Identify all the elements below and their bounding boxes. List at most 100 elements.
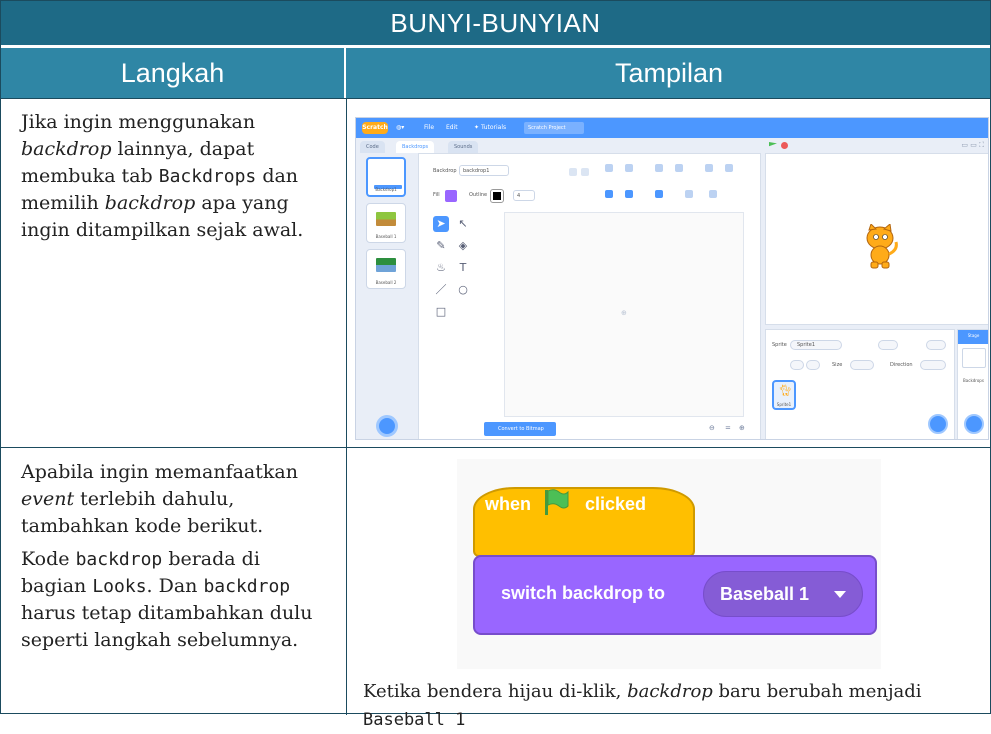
fill-label: Fill: [433, 192, 440, 198]
backdrops-count-label: Backdrops: [963, 378, 984, 383]
text-run-code: Looks: [92, 576, 147, 597]
backdrop-thumb-label: Baseball 1: [375, 234, 397, 239]
choose-backdrop-icon: [376, 415, 398, 437]
ungroup-icon: [625, 164, 633, 172]
flip-vertical-icon: [709, 190, 717, 198]
text-run: Jika ingin menggunakan: [21, 111, 256, 133]
flip-horizontal-icon: [685, 190, 693, 198]
project-title-field: Scratch Project: [524, 122, 584, 134]
center-mark-icon: ⊕: [621, 309, 627, 317]
green-flag-icon: [545, 489, 569, 515]
direction-label: Direction: [890, 362, 913, 368]
eraser-tool-icon: ◈: [458, 239, 468, 252]
reshape-tool-icon: ↖: [458, 217, 468, 230]
row2-caption: Ketika bendera hijau di-klik, backdrop b…: [363, 678, 963, 734]
fill-tool-icon: ♨: [436, 261, 446, 274]
menu-edit: Edit: [446, 124, 458, 131]
size-input: [850, 360, 874, 370]
zoom-reset-icon: =: [725, 424, 731, 432]
outline-color-swatch: [490, 189, 504, 203]
copy-icon: [605, 190, 613, 198]
column-header-view-label: Tampilan: [614, 57, 724, 88]
row2-step-text: Apabila ingin memanfaatkan event terlebi…: [21, 459, 326, 660]
scratch-menu-bar: Scratch ◍▾ File Edit ✦ Tutorials Scratch…: [356, 118, 988, 138]
switch-backdrop-block: switch backdrop to Baseball 1: [473, 555, 877, 635]
backdrop-thumb-label: Backdrop1: [375, 187, 397, 192]
paint-editor: Backdrop backdrop1 Fill Outline 4 ➤ ↖ ✎ …: [418, 153, 761, 439]
menu-tutorials-label: Tutorials: [480, 124, 507, 131]
scratch-logo: Scratch: [362, 122, 388, 134]
backdrop-dropdown-value: Baseball 1: [720, 584, 810, 604]
stage-size-icons: ▭ ▭ ⛶: [961, 141, 984, 149]
column-header-step-label: Langkah: [120, 57, 225, 88]
outline-size-input: 4: [513, 190, 535, 201]
baseball-image: [376, 212, 396, 226]
row2-paragraph-2: Kode backdrop berada di bagian Looks. Da…: [21, 546, 326, 654]
sprite-thumbnail: 🐈︎ Sprite1: [772, 380, 796, 410]
table-header-row: Langkah Tampilan: [1, 48, 990, 98]
green-flag-icon: [769, 142, 777, 147]
table-title-text: BUNYI-BUNYIAN: [390, 7, 601, 38]
hat-when-label: when: [485, 494, 532, 514]
tab-sounds: Sounds: [448, 141, 479, 153]
group-icon: [605, 164, 613, 172]
scratch-cat-sprite: [866, 224, 898, 269]
tab-code: Code: [360, 141, 385, 153]
table-title: BUNYI-BUNYIAN: [1, 1, 990, 47]
front-icon: [705, 164, 713, 172]
delete-icon: [655, 190, 663, 198]
direction-input: [920, 360, 946, 370]
sprite-info-panel: Sprite Sprite1 Size Direction 🐈︎ Sprite1: [765, 329, 955, 439]
backdrop-thumb-label: Baseball 2: [375, 280, 397, 285]
sprite-label: Sprite: [772, 342, 787, 348]
text-run-italic: backdrop: [627, 681, 713, 702]
switch-backdrop-label: switch backdrop to: [501, 583, 666, 603]
text-run: Ketika bendera hijau di-klik,: [363, 681, 628, 702]
sprite-thumb-label: Sprite1: [776, 402, 792, 407]
backward-icon: [675, 164, 683, 172]
zoom-in-icon: ⊕: [739, 424, 745, 432]
sprite-name-input: Sprite1: [790, 340, 842, 350]
show-hidden-toggle: [806, 360, 820, 370]
select-tool-icon: ➤: [433, 216, 449, 232]
hat-clicked-label: clicked: [585, 494, 647, 514]
text-run-italic: event: [21, 488, 75, 510]
back-icon: [725, 164, 733, 172]
tab-backdrops: Backdrops: [396, 141, 435, 153]
text-run-code: backdrop: [75, 549, 163, 570]
line-tool-icon: ／: [435, 283, 447, 296]
forward-icon: [655, 164, 663, 172]
stage-select-panel: Stage Backdrops: [957, 329, 988, 439]
paste-icon: [625, 190, 633, 198]
x-input: [878, 340, 898, 350]
choose-sprite-icon: [928, 414, 948, 434]
outline-label: Outline: [469, 192, 488, 198]
baseball-image: [376, 258, 396, 272]
row2-paragraph-1: Apabila ingin memanfaatkan event terlebi…: [21, 459, 326, 540]
backdrop-dropdown: Baseball 1: [703, 571, 863, 617]
chevron-down-icon: [834, 591, 846, 598]
row1-step-text: Jika ingin menggunakan backdrop lainnya,…: [21, 109, 326, 244]
text-run: harus tetap ditambahkan dulu seperti lan…: [21, 602, 313, 651]
menu-tutorials: ✦ Tutorials: [474, 124, 507, 131]
y-input: [926, 340, 946, 350]
scratch-code-blocks: when clicked switch backdrop to Baseball…: [457, 459, 881, 669]
text-run-italic: backdrop: [21, 138, 112, 160]
text-run: baru berubah menjadi: [712, 681, 922, 702]
text-tool-icon: T: [459, 261, 467, 274]
convert-to-bitmap-button: Convert to Bitmap: [484, 422, 556, 436]
stage-header: ▭ ▭ ⛶: [765, 138, 988, 153]
size-label: Size: [832, 362, 843, 368]
choose-backdrop-stage-icon: [964, 414, 984, 434]
redo-icon: [581, 168, 589, 176]
text-run-code: Baseball 1: [363, 710, 466, 730]
steps-table: BUNYI-BUNYIAN Langkah Tampilan Jika ingi…: [0, 0, 991, 730]
globe-icon: ◍▾: [396, 124, 405, 131]
cat-icon: 🐈︎: [778, 384, 792, 397]
circle-tool-icon: ○: [458, 283, 468, 296]
text-run-code: Backdrops: [158, 166, 257, 187]
editor-tabs: Code Backdrops Sounds: [356, 138, 761, 153]
backdrop-list: Backdrop1 Baseball 1 Baseball 2: [362, 153, 412, 437]
backdrop-thumb-2: Baseball 1: [366, 203, 406, 243]
backdrop-thumb-1: Backdrop1: [366, 157, 406, 197]
